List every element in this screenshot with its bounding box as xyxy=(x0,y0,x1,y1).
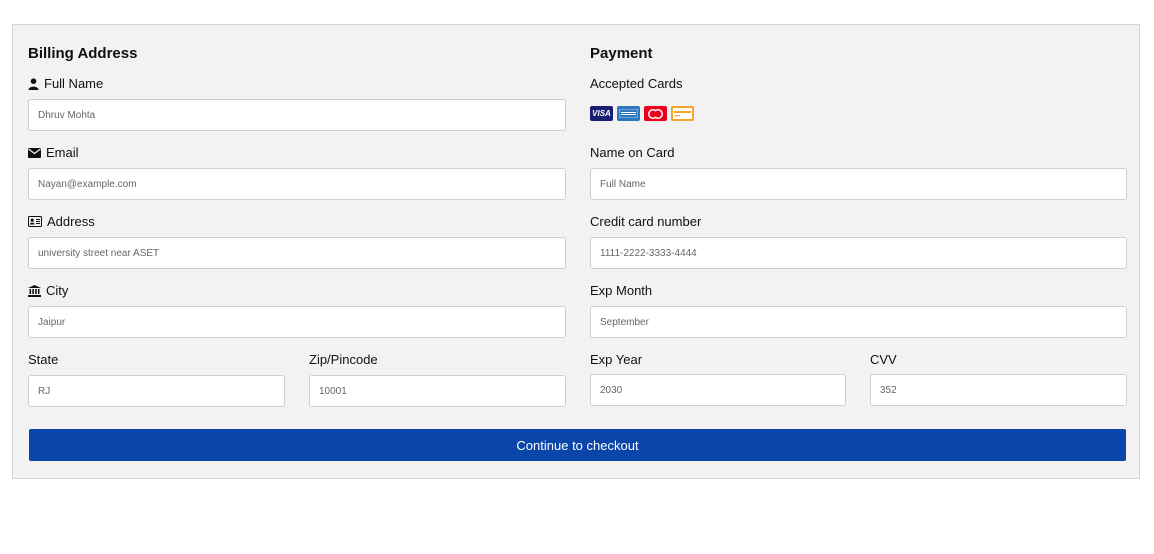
accepted-cards-label: Accepted Cards xyxy=(590,76,683,91)
card-number-field[interactable] xyxy=(590,237,1127,269)
card-number-label: Credit card number xyxy=(590,214,702,229)
continue-to-checkout-button[interactable]: Continue to checkout xyxy=(29,429,1126,461)
exp-month-label: Exp Month xyxy=(590,283,653,298)
exp-month-field[interactable] xyxy=(590,306,1127,338)
address-field[interactable] xyxy=(28,237,566,269)
address-label: Address xyxy=(28,214,95,229)
full-name-label: Full Name xyxy=(28,76,103,91)
name-on-card-label: Name on Card xyxy=(590,145,675,160)
address-label-text: Address xyxy=(47,214,95,229)
checkout-form: Billing Address Full Name Email Address … xyxy=(12,24,1140,479)
cvv-field[interactable] xyxy=(870,374,1127,406)
email-label-text: Email xyxy=(46,145,79,160)
cvv-label: CVV xyxy=(870,352,897,367)
state-label: State xyxy=(28,352,59,367)
discover-card-icon xyxy=(671,106,694,121)
state-field[interactable] xyxy=(28,375,285,407)
full-name-label-text: Full Name xyxy=(44,76,104,91)
mastercard-icon xyxy=(644,106,667,121)
payment-heading: Payment xyxy=(590,45,653,62)
exp-year-field[interactable] xyxy=(590,374,846,406)
address-card-icon xyxy=(28,216,42,227)
name-on-card-field[interactable] xyxy=(590,168,1127,200)
envelope-icon xyxy=(28,147,41,158)
billing-heading: Billing Address xyxy=(28,45,138,62)
zip-label: Zip/Pincode xyxy=(309,352,378,367)
email-label: Email xyxy=(28,145,79,160)
city-label: City xyxy=(28,283,68,298)
institution-icon xyxy=(28,284,41,297)
zip-field[interactable] xyxy=(309,375,566,407)
exp-year-label: Exp Year xyxy=(590,352,643,367)
visa-card-icon: VISA xyxy=(590,106,613,121)
amex-card-icon xyxy=(617,106,640,121)
city-field[interactable] xyxy=(28,306,566,338)
accepted-cards: VISA xyxy=(590,106,694,121)
email-field[interactable] xyxy=(28,168,566,200)
full-name-field[interactable] xyxy=(28,99,566,131)
city-label-text: City xyxy=(46,283,69,298)
user-icon xyxy=(28,77,39,90)
